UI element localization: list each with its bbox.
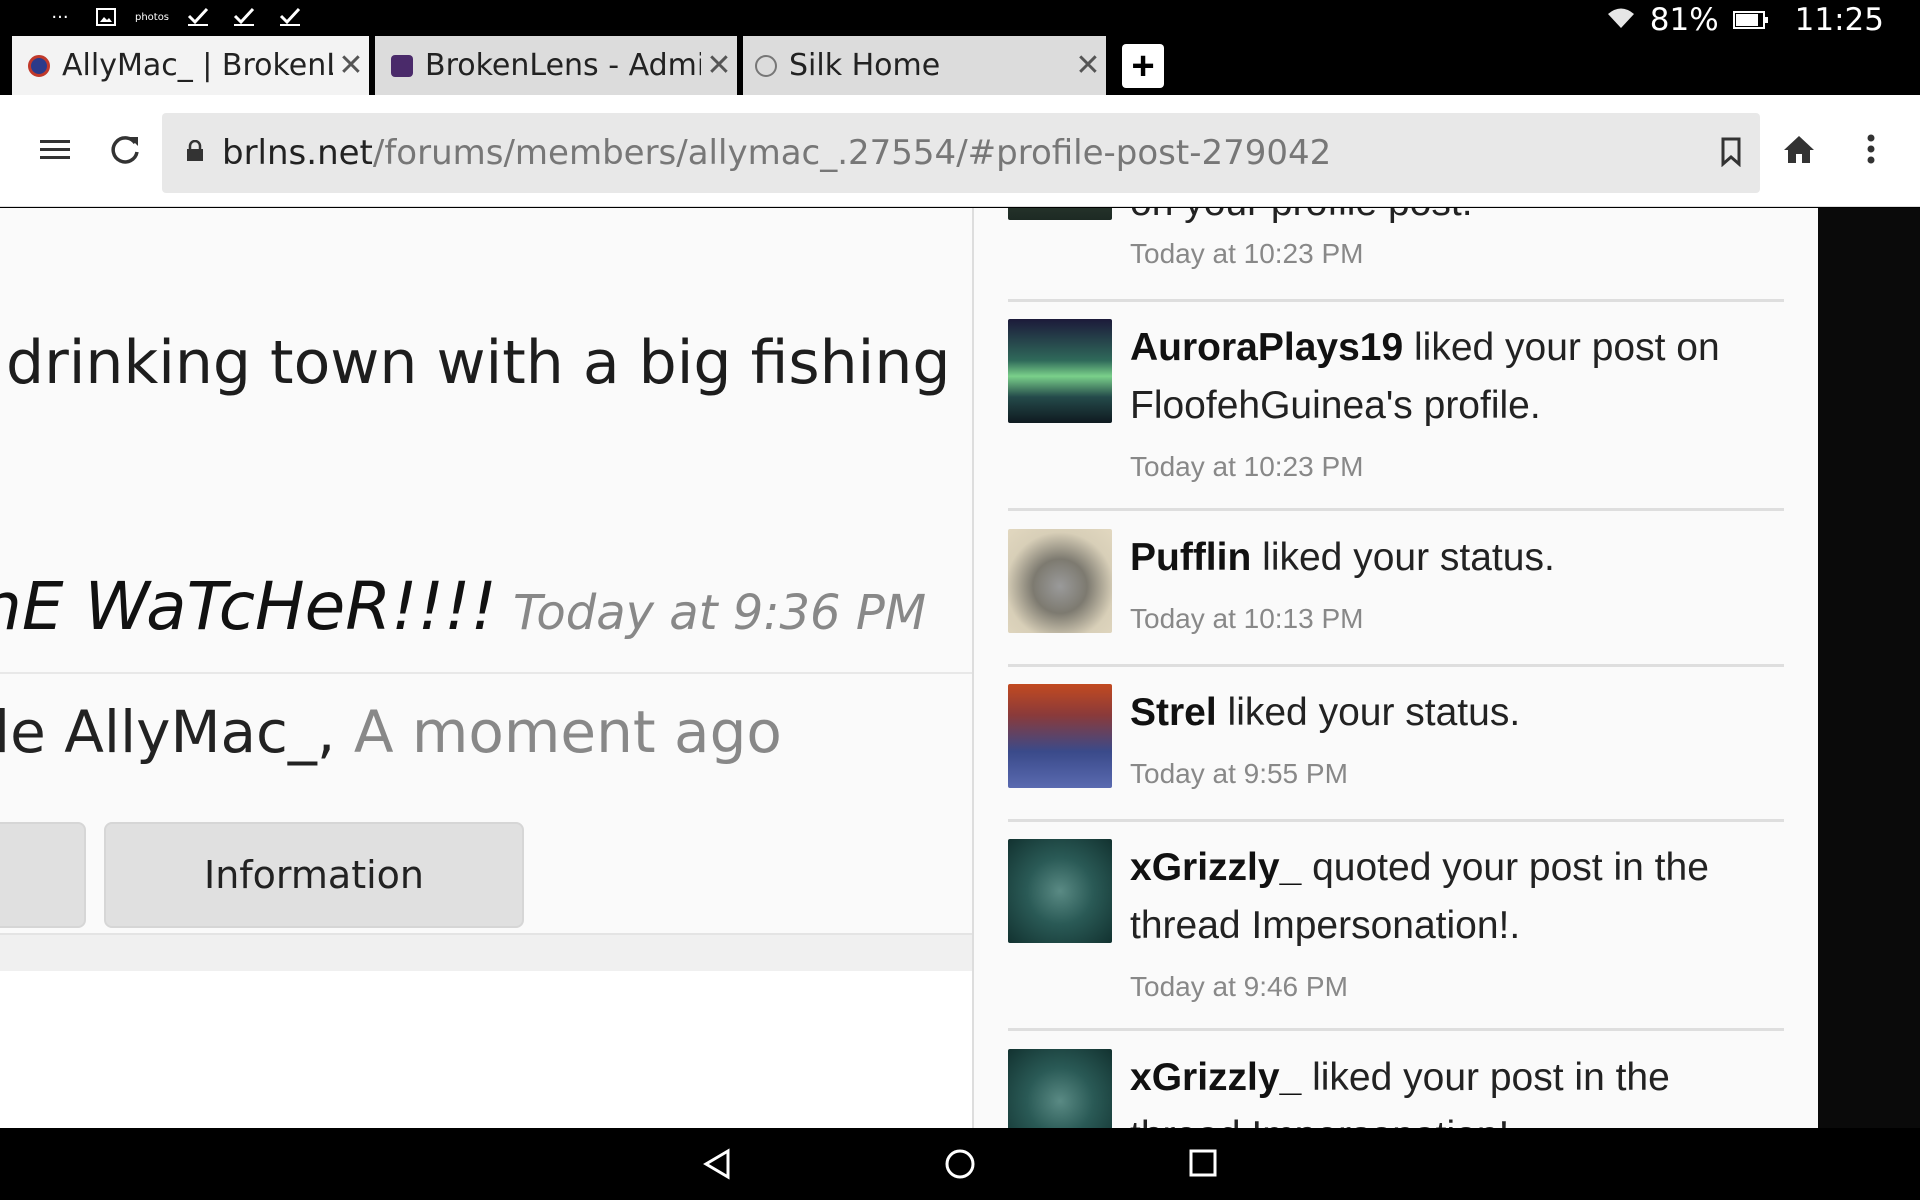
profile-name[interactable]: hE WaTcHeR!!!! [0, 568, 497, 645]
globe-icon [755, 54, 777, 77]
alerts-panel[interactable]: on your profile post. Today at 10:23 PM … [972, 208, 1818, 1128]
overflow-menu-icon[interactable] [1856, 127, 1886, 171]
alert-username[interactable]: xGrizzly_ [1130, 1056, 1301, 1099]
tab-label: BrokenLens - Admin [425, 48, 701, 83]
alert-time: Today at 9:55 PM [1130, 758, 1348, 789]
tab-silk-home[interactable]: Silk Home ✕ [743, 36, 1106, 95]
reload-icon[interactable] [100, 125, 150, 175]
alert-text: on your profile post. [1130, 208, 1780, 232]
home-icon[interactable] [1778, 127, 1820, 171]
alert-username[interactable]: AuroraPlays19 [1130, 326, 1403, 369]
new-tab-button[interactable]: + [1122, 44, 1164, 88]
status-time[interactable]: Today at 9:36 PM [513, 585, 926, 641]
divider [0, 672, 972, 674]
url-text: brlns.net/forums/members/allymac_.27554/… [222, 133, 1331, 173]
alert-time: Today at 9:46 PM [1130, 971, 1348, 1002]
browser-toolbar: brlns.net/forums/members/allymac_.27554/… [0, 95, 1920, 207]
avatar[interactable] [1008, 1049, 1112, 1128]
alert-time: Today at 10:23 PM [1130, 451, 1364, 482]
status-bar: ··· photos 81% 11:25 [0, 0, 1920, 38]
alert-action: liked your status. [1251, 536, 1555, 579]
battery-icon [1732, 2, 1769, 38]
tab-label: Silk Home [789, 48, 941, 83]
profile-status-header: hE WaTcHeR!!!! Today at 9:36 PM [0, 568, 926, 645]
alert-text: xGrizzly_ liked your post in the thread … [1130, 1049, 1780, 1128]
alert-text: AuroraPlays19 liked your post on Floofeh… [1130, 319, 1780, 435]
alert-username[interactable]: Pufflin [1130, 536, 1251, 579]
alert-text: Strel liked your status. [1130, 684, 1780, 742]
address-bar[interactable]: brlns.net/forums/members/allymac_.27554/… [162, 113, 1760, 193]
divider [1008, 299, 1784, 302]
recents-icon[interactable] [1188, 1148, 1218, 1183]
home-circle-icon[interactable] [944, 1148, 976, 1185]
notification-icons: ··· photos [48, 6, 302, 28]
information-button[interactable]: Information [104, 822, 524, 928]
tab-brokenlens-admin[interactable]: BrokenLens - Admin ✕ [375, 36, 737, 95]
status-text: drinking town with a big fishing probl [6, 328, 972, 398]
divider [1008, 664, 1784, 667]
alert-time: Today at 10:13 PM [1130, 603, 1364, 634]
alert-text: Pufflin liked your status. [1130, 529, 1780, 587]
avatar[interactable] [1008, 684, 1112, 788]
alert-time: Today at 10:23 PM [1130, 238, 1364, 269]
close-icon[interactable]: ✕ [701, 48, 737, 83]
check-icon [232, 6, 256, 28]
check-icon [278, 6, 302, 28]
divider [1008, 508, 1784, 511]
avatar[interactable] [1008, 529, 1112, 633]
navigation-bar [0, 1128, 1920, 1200]
close-icon[interactable]: ✕ [333, 48, 369, 83]
comment-time: A moment ago [353, 698, 782, 766]
avatar [1008, 208, 1112, 220]
tab-allymac[interactable]: AllyMac_ | BrokenLens ✕ [12, 36, 369, 95]
url-path: /forums/members/allymac_.27554/#profile-… [372, 133, 1332, 173]
favicon-icon [28, 54, 50, 77]
favicon-icon [391, 54, 413, 77]
clock: 11:25 [1794, 2, 1884, 38]
tab-strip: AllyMac_ | BrokenLens ✕ BrokenLens - Adm… [0, 36, 1920, 95]
avatar[interactable] [1008, 839, 1112, 943]
alert-username[interactable]: xGrizzly_ [1130, 846, 1301, 889]
menu-icon[interactable] [30, 127, 80, 173]
photos-icon: photos [134, 11, 170, 23]
divider [1008, 819, 1784, 822]
alert-username[interactable]: Strel [1130, 691, 1217, 734]
close-icon[interactable]: ✕ [1070, 48, 1106, 83]
tab-label: AllyMac_ | BrokenLens [62, 48, 333, 83]
alert-action: liked your status. [1216, 691, 1521, 734]
wifi-icon [1606, 2, 1636, 38]
comment-line: le AllyMac_, A moment ago [0, 698, 782, 766]
divider [1008, 1028, 1784, 1031]
avatar[interactable] [1008, 319, 1112, 423]
profile-page: drinking town with a big fishing probl h… [0, 208, 972, 1128]
profile-tab-button[interactable] [0, 822, 86, 928]
battery-percent: 81% [1649, 2, 1719, 38]
url-domain: brlns.net [222, 133, 373, 173]
check-icon [186, 6, 210, 28]
bookmark-icon[interactable] [1720, 137, 1742, 172]
comment-author[interactable]: le AllyMac_, [0, 698, 335, 766]
image-icon [94, 6, 118, 28]
divider [0, 933, 972, 971]
alert-text: xGrizzly_ quoted your post in the thread… [1130, 839, 1780, 955]
more-icon: ··· [51, 6, 69, 28]
lock-icon [186, 139, 206, 167]
back-icon[interactable] [702, 1148, 734, 1185]
